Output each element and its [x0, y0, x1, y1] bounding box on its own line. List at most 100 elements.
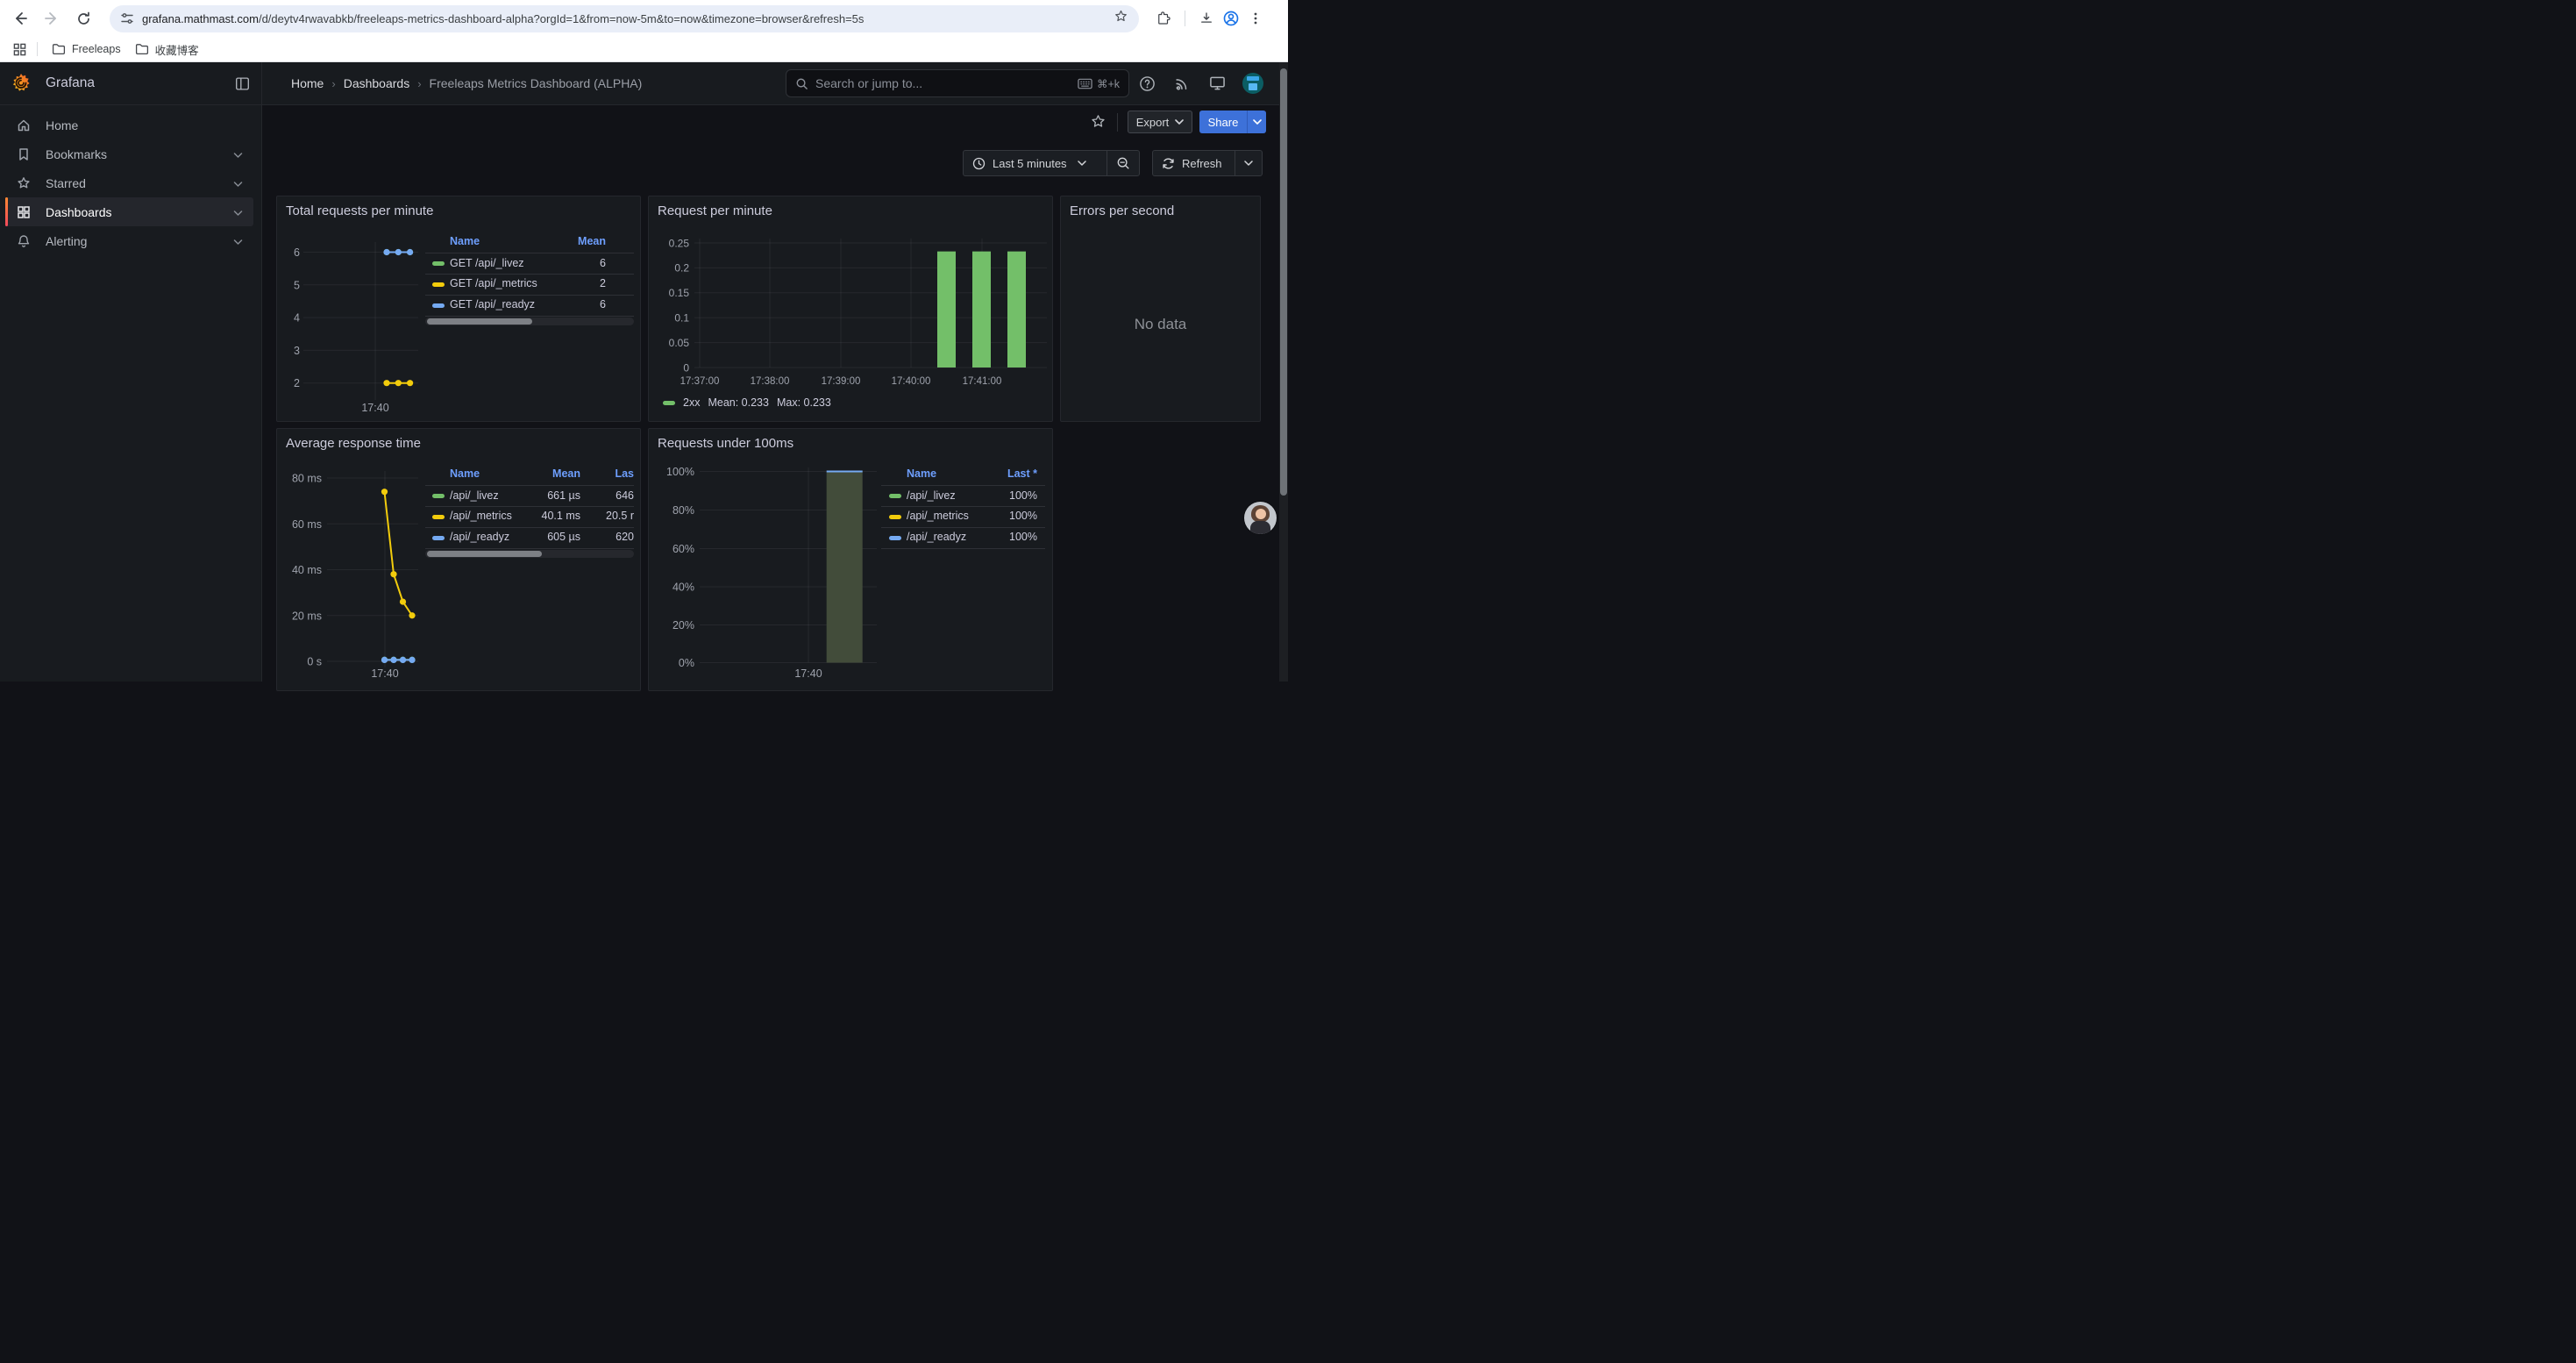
panel-title[interactable]: Requests under 100ms	[658, 436, 793, 451]
panel-requests-under-100ms[interactable]: Requests under 100ms 100%80%60%40%20%0%1…	[648, 428, 1053, 691]
svg-text:0%: 0%	[679, 657, 694, 669]
series-mean: Mean: 0.233	[708, 396, 769, 409]
legend-row-separator	[425, 316, 634, 317]
grafana-logo-icon[interactable]	[11, 73, 31, 94]
breadcrumb-home[interactable]: Home	[291, 76, 324, 90]
legend-scrollbar-thumb[interactable]	[427, 551, 542, 557]
panel-title[interactable]: Request per minute	[658, 203, 772, 218]
refresh-interval-dropdown[interactable]	[1235, 151, 1262, 175]
brand-section: Grafana	[0, 62, 262, 104]
scrollbar-thumb[interactable]	[1280, 68, 1287, 496]
svg-text:4: 4	[294, 312, 300, 325]
sidebar-item-label: Starred	[46, 176, 233, 190]
panel-title[interactable]: Errors per second	[1070, 203, 1174, 218]
apps-shortcut-button[interactable]	[7, 37, 32, 61]
clock-icon	[972, 157, 986, 170]
sidebar-toggle-icon[interactable]	[235, 76, 250, 91]
extensions-button[interactable]	[1151, 6, 1176, 31]
bell-icon	[17, 234, 31, 248]
legend-header-name[interactable]: Name	[450, 235, 480, 247]
download-icon	[1199, 11, 1214, 26]
svg-text:3: 3	[294, 345, 300, 357]
toolbar-right	[1151, 6, 1268, 31]
chevron-down-icon[interactable]	[233, 234, 243, 248]
panel-total-requests-per-minute[interactable]: Total requests per minute 6543217:40Name…	[276, 196, 641, 422]
chevron-down-icon[interactable]	[233, 147, 243, 161]
legend-header-last[interactable]: Last *	[932, 467, 1037, 480]
brand-name[interactable]: Grafana	[46, 75, 95, 91]
legend-header-las[interactable]: Las	[529, 467, 634, 480]
browser-scrollbar[interactable]	[1279, 62, 1288, 682]
no-data-message: No data	[1061, 316, 1260, 333]
breadcrumb-dashboards[interactable]: Dashboards	[344, 76, 410, 90]
series-color-pill	[432, 536, 445, 540]
news-button[interactable]	[1174, 75, 1190, 96]
url-domain: grafana.mathmast.com	[142, 12, 259, 25]
legend-row-separator	[881, 506, 1045, 507]
chevron-right-icon: ›	[417, 77, 421, 90]
time-range-label: Last 5 minutes	[993, 157, 1067, 170]
sidebar-item-alerting[interactable]: Alerting	[5, 226, 253, 255]
svg-text:0.25: 0.25	[669, 237, 690, 249]
panel-errors-per-second[interactable]: Errors per second No data	[1060, 196, 1261, 422]
legend-header-mean[interactable]: Mean	[501, 235, 606, 247]
favorite-dashboard-button[interactable]	[1090, 113, 1107, 134]
zoom-out-button[interactable]	[1107, 151, 1139, 175]
panel-request-per-minute[interactable]: Request per minute 2xx Mean: 0.233 Max: …	[648, 196, 1053, 422]
legend-2xx[interactable]: 2xx Mean: 0.233 Max: 0.233	[663, 396, 831, 409]
panel-average-response-time[interactable]: Average response time 80 ms60 ms40 ms20 …	[276, 428, 641, 691]
dashboard-subheader: Export Share	[263, 105, 1279, 142]
share-button[interactable]: Share	[1199, 111, 1247, 133]
series-color-pill	[663, 401, 675, 405]
sidebar-item-home[interactable]: Home	[5, 111, 253, 139]
chevron-down-icon[interactable]	[233, 176, 243, 190]
help-button[interactable]	[1139, 75, 1156, 96]
url-text[interactable]: grafana.mathmast.com/d/deytv4rwavabkb/fr…	[142, 12, 1107, 25]
search-icon	[795, 77, 808, 90]
user-avatar[interactable]	[1242, 73, 1263, 94]
share-dropdown-button[interactable]	[1247, 111, 1266, 133]
bookmark-folder-blogs[interactable]: 收藏博客	[128, 39, 206, 61]
site-settings-icon[interactable]	[120, 11, 134, 25]
svg-text:60%: 60%	[672, 543, 694, 555]
bookmark-folder-freeleaps[interactable]: Freeleaps	[45, 40, 128, 58]
sidebar-item-label: Dashboards	[46, 205, 233, 219]
sidebar-item-label: Alerting	[46, 234, 233, 248]
back-button[interactable]	[8, 6, 32, 31]
svg-text:0.05: 0.05	[669, 337, 690, 349]
legend-row-separator	[425, 527, 634, 528]
profile-button[interactable]	[1219, 6, 1243, 31]
legend-scrollbar-thumb[interactable]	[427, 318, 532, 325]
browser-menu-button[interactable]	[1243, 6, 1268, 31]
export-button[interactable]: Export	[1128, 111, 1192, 133]
svg-text:17:41:00: 17:41:00	[963, 376, 1002, 387]
folder-icon	[135, 43, 149, 55]
forward-button[interactable]	[39, 6, 64, 31]
svg-text:80%: 80%	[672, 504, 694, 517]
sidebar-item-dashboards[interactable]: Dashboards	[5, 197, 253, 226]
svg-text:20%: 20%	[672, 619, 694, 632]
downloads-button[interactable]	[1194, 6, 1219, 31]
floating-assistant-avatar[interactable]	[1244, 502, 1277, 534]
reload-button[interactable]	[71, 6, 96, 31]
bookmark-page-button[interactable]	[1114, 9, 1128, 28]
display-button[interactable]	[1209, 75, 1226, 96]
time-range-picker[interactable]: Last 5 minutes	[964, 151, 1107, 175]
panel-title[interactable]: Average response time	[286, 436, 421, 451]
legend-value: 620	[529, 531, 634, 543]
refresh-group: Refresh	[1152, 150, 1263, 176]
refresh-button[interactable]: Refresh	[1153, 151, 1235, 175]
svg-text:20 ms: 20 ms	[292, 610, 322, 622]
panel-title[interactable]: Total requests per minute	[286, 203, 433, 218]
chevron-down-icon[interactable]	[233, 205, 243, 219]
legend-value: 100%	[932, 489, 1037, 502]
search-input[interactable]: Search or jump to... ⌘+k	[786, 69, 1129, 97]
sidebar-item-bookmarks[interactable]: Bookmarks	[5, 139, 253, 168]
series-color-pill	[432, 282, 445, 287]
address-bar[interactable]: grafana.mathmast.com/d/deytv4rwavabkb/fr…	[110, 5, 1139, 32]
svg-text:17:40: 17:40	[794, 667, 822, 680]
nav-right-section: Home › Dashboards › Freeleaps Metrics Da…	[262, 62, 1279, 104]
star-icon	[1114, 9, 1128, 24]
folder-icon	[52, 43, 66, 55]
sidebar-item-starred[interactable]: Starred	[5, 168, 253, 197]
